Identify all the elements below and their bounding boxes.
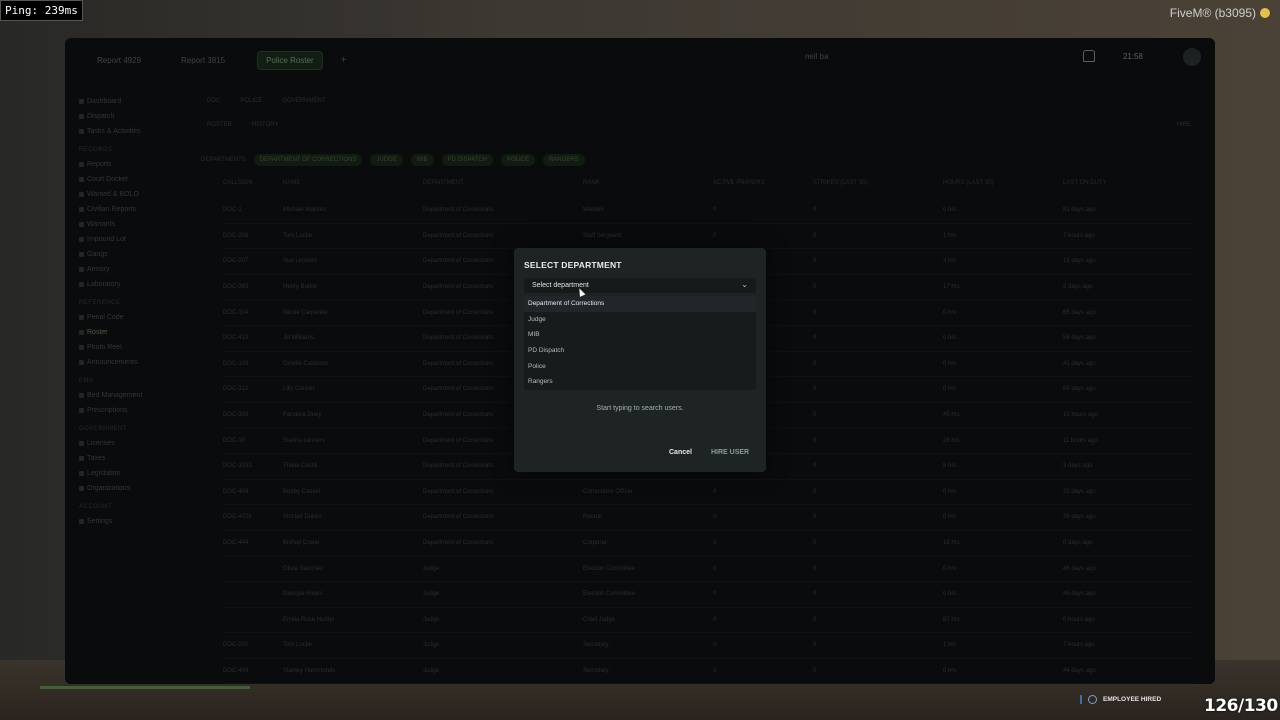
option-rangers[interactable]: Rangers <box>524 374 756 390</box>
notification-toast: EMPLOYEE HIRED <box>1080 695 1161 704</box>
toast-text: EMPLOYEE HIRED <box>1103 696 1162 703</box>
option-pd-dispatch[interactable]: PD Dispatch <box>524 343 756 359</box>
modal-title: SELECT DEPARTMENT <box>524 260 622 270</box>
client-version: FiveM® (b3095) <box>1170 6 1270 20</box>
fivem-logo-icon <box>1260 8 1270 18</box>
client-version-label: FiveM® (b3095) <box>1169 6 1256 20</box>
search-hint: Start typing to search users. <box>596 405 684 412</box>
select-department-modal: SELECT DEPARTMENT Select department ⌄ De… <box>514 248 766 472</box>
info-icon <box>1088 695 1097 704</box>
player-counter: 126/130 <box>1204 696 1278 716</box>
cancel-button[interactable]: Cancel <box>669 449 692 456</box>
ping-indicator: Ping: 239ms <box>0 0 83 21</box>
option-police[interactable]: Police <box>524 358 756 374</box>
chevron-down-icon: ⌄ <box>741 280 748 289</box>
department-dropdown: Department of Corrections Judge MIB PD D… <box>524 296 756 390</box>
option-judge[interactable]: Judge <box>524 312 756 328</box>
option-mib[interactable]: MIB <box>524 327 756 343</box>
hire-user-button[interactable]: HIRE USER <box>711 449 749 456</box>
department-select[interactable]: Select department ⌄ <box>524 278 756 293</box>
health-bar <box>40 686 250 689</box>
option-department-of-corrections[interactable]: Department of Corrections <box>524 296 756 312</box>
